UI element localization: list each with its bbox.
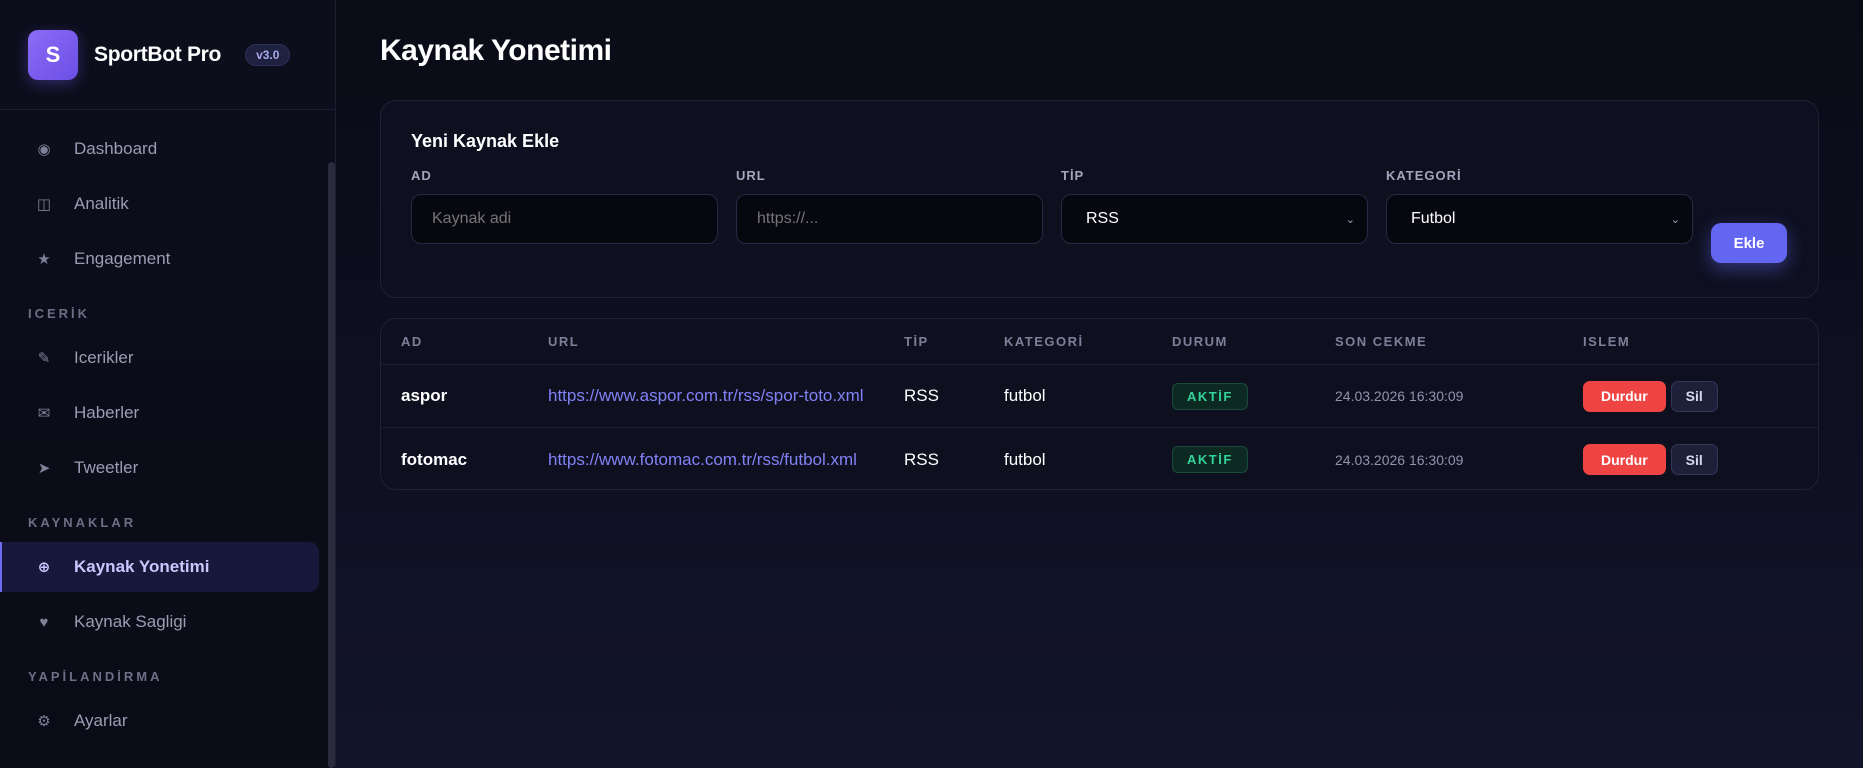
url-input[interactable] (736, 194, 1043, 244)
sidebar-item-label: Haberler (74, 403, 140, 422)
url-label: URL (736, 168, 766, 183)
source-name: aspor (401, 386, 448, 405)
sidebar-item-engagement[interactable]: ★ Engagement (0, 234, 319, 284)
sidebar-item-contents[interactable]: ✎ Icerikler (0, 333, 319, 383)
version-badge: v3.0 (245, 43, 291, 66)
sidebar-item-label: Dashboard (74, 139, 158, 158)
sidebar-item-label: Ayarlar (74, 711, 128, 730)
column-header-category[interactable]: KATEGORİ (1004, 334, 1172, 349)
sidebar-item-news[interactable]: ✉ Haberler (0, 388, 319, 438)
add-source-title: Yeni Kaynak Ekle (411, 131, 560, 151)
source-category: futbol (1004, 449, 1046, 469)
status-badge: AKTİF (1172, 382, 1248, 410)
mail-icon: ✉ (37, 405, 51, 422)
sidebar-item-label: Kaynak Yonetimi (74, 557, 210, 576)
sidebar-item-dashboard[interactable]: ◉ Dashboard (0, 124, 319, 174)
sidebar-item-settings[interactable]: ⚙ Ayarlar (0, 696, 319, 746)
last-fetch-time: 24.03.2026 16:30:09 (1335, 451, 1464, 468)
column-header-type[interactable]: TİP (904, 334, 1004, 349)
last-fetch-time: 24.03.2026 16:30:09 (1335, 388, 1464, 404)
main-content: Kaynak Yonetimi Yeni Kaynak Ekle AD URL … (336, 0, 1863, 768)
sidebar-item-label: Analitik (74, 194, 129, 213)
name-input[interactable] (411, 194, 718, 244)
status-badge: AKTİF (1172, 446, 1248, 473)
category-label: KATEGORİ (1386, 168, 1462, 183)
table-header: AD URL TİP KATEGORİ DURUM SON CEKME ISLE… (381, 319, 1818, 365)
sources-table: AD URL TİP KATEGORİ DURUM SON CEKME ISLE… (380, 318, 1819, 490)
brand-header: S SportBot Pro v3.0 (0, 0, 335, 110)
sidebar-item-label: Tweetler (74, 458, 139, 477)
add-source-card: Yeni Kaynak Ekle AD URL TİP RSS ⌄ KATEGO… (380, 100, 1819, 298)
sidebar-item-source-management[interactable]: ⊕ Kaynak Yonetimi (0, 542, 319, 592)
category-select[interactable]: Futbol ⌄ (1386, 194, 1693, 244)
stop-button[interactable]: Durdur (1583, 380, 1666, 412)
sidebar-nav: ◉ Dashboard ◫ Analitik ★ Engagement ICER… (0, 110, 335, 746)
name-field-group: AD (411, 168, 718, 244)
sidebar-item-analytics[interactable]: ◫ Analitik (0, 179, 319, 229)
send-icon: ➤ (37, 460, 51, 477)
url-field-group: URL (736, 168, 1043, 244)
heart-icon: ♥ (39, 613, 49, 631)
add-source-form: AD URL TİP RSS ⌄ KATEGORİ Futbol ⌄ (411, 168, 1788, 263)
star-icon: ★ (37, 251, 51, 268)
table-row: fotomac https://www.fotomac.com.tr/rss/f… (381, 428, 1818, 489)
chevron-down-icon: ⌄ (1670, 213, 1680, 226)
column-header-name[interactable]: AD (401, 334, 548, 349)
add-source-button[interactable]: Ekle (1711, 223, 1787, 263)
sidebar-item-label: Engagement (74, 249, 171, 268)
category-field-group: KATEGORİ Futbol ⌄ (1386, 168, 1693, 244)
delete-button[interactable]: Sil (1670, 380, 1718, 412)
source-url-link[interactable]: https://www.fotomac.com.tr/rss/futbol.xm… (548, 450, 904, 470)
app-name: SportBot Pro (94, 42, 222, 66)
gear-icon: ⚙ (37, 713, 51, 730)
section-title-content: ICERİK (28, 306, 91, 321)
page-title: Kaynak Yonetimi (380, 34, 612, 67)
delete-button[interactable]: Sil (1670, 444, 1718, 475)
stop-button[interactable]: Durdur (1583, 444, 1666, 475)
source-type: RSS (904, 386, 939, 405)
column-header-url[interactable]: URL (548, 334, 904, 349)
pencil-icon: ✎ (37, 350, 51, 367)
source-type: RSS (904, 449, 939, 469)
category-select-value: Futbol (1411, 210, 1456, 227)
sidebar-item-tweets[interactable]: ➤ Tweetler (0, 443, 319, 493)
column-header-action: ISLEM (1583, 334, 1631, 349)
dashboard-icon: ◉ (37, 141, 51, 158)
sidebar-item-label: Icerikler (74, 348, 134, 367)
analytics-icon: ◫ (36, 196, 52, 213)
chevron-down-icon: ⌄ (1345, 213, 1355, 226)
table-row: aspor https://www.aspor.com.tr/rss/spor-… (381, 365, 1818, 428)
type-select[interactable]: RSS ⌄ (1061, 194, 1368, 244)
column-header-last-fetch[interactable]: SON CEKME (1335, 334, 1583, 349)
type-select-value: RSS (1086, 210, 1119, 227)
sidebar-item-label: Kaynak Sagligi (74, 612, 187, 631)
name-label: AD (411, 168, 432, 183)
section-title-config: YAPİLANDİRMA (28, 669, 163, 684)
globe-icon: ⊕ (37, 559, 51, 576)
app-logo[interactable]: S (28, 29, 78, 80)
sidebar-item-source-health[interactable]: ♥ Kaynak Sagligi (0, 597, 319, 647)
source-name: fotomac (401, 449, 468, 469)
sidebar: S SportBot Pro v3.0 ◉ Dashboard ◫ Analit… (0, 0, 336, 768)
section-title-sources: KAYNAKLAR (28, 515, 137, 530)
type-field-group: TİP RSS ⌄ (1061, 168, 1368, 244)
column-header-status[interactable]: DURUM (1172, 334, 1335, 349)
source-url-link[interactable]: https://www.aspor.com.tr/rss/spor-toto.x… (548, 386, 904, 406)
source-category: futbol (1004, 386, 1046, 405)
type-label: TİP (1061, 168, 1085, 183)
sidebar-scrollbar[interactable] (328, 162, 335, 768)
